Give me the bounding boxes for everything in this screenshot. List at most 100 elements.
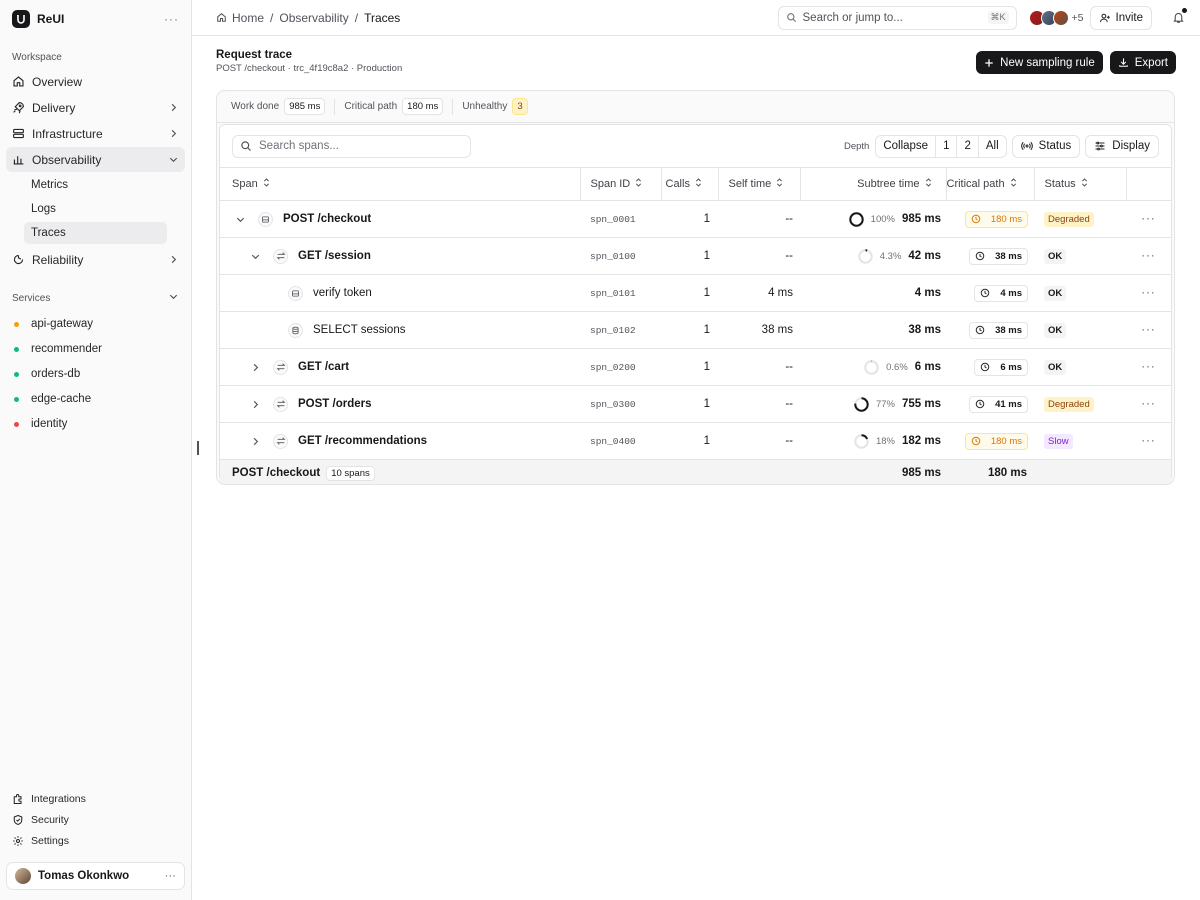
chevron-right-icon[interactable] xyxy=(247,362,263,373)
self-time-value: -- xyxy=(718,200,800,238)
subtree-time-value: 4 ms xyxy=(914,287,941,299)
subtree-time-value: 42 ms xyxy=(908,250,941,262)
column-header-span-id[interactable]: Span ID xyxy=(580,167,662,201)
row-actions-button[interactable]: ··· xyxy=(1126,385,1171,423)
row-actions-button[interactable]: ··· xyxy=(1126,237,1171,275)
breadcrumb-observability[interactable]: Observability xyxy=(279,11,348,25)
column-header-self-time[interactable]: Self time xyxy=(718,167,801,201)
collaborator-avatars[interactable]: +5 xyxy=(1028,9,1084,26)
subtree-time-value: 755 ms xyxy=(901,398,941,410)
calls-value: 1 xyxy=(661,422,718,460)
service-item-orders-db[interactable]: orders-db xyxy=(0,362,191,386)
avatar xyxy=(1052,9,1069,26)
export-button[interactable]: Export xyxy=(1109,51,1176,74)
notification-dot xyxy=(1182,7,1187,13)
span-search-input[interactable]: Search spans... xyxy=(232,134,471,158)
row-actions-button[interactable]: ··· xyxy=(1126,422,1171,460)
chevron-down-icon[interactable] xyxy=(232,214,248,225)
depth-selector: Collapse 1 2 All xyxy=(875,134,1007,158)
row-actions-button[interactable]: ··· xyxy=(1126,274,1171,312)
sidebar-resize-handle[interactable] xyxy=(197,441,199,455)
table-row[interactable]: SELECT sessions spn_0102 1 38 ms 38 ms 38 ms O… xyxy=(220,311,1171,349)
more-icon[interactable]: ··· xyxy=(164,12,179,26)
chevron-right-icon[interactable] xyxy=(247,436,263,447)
subtree-time-value: 182 ms xyxy=(901,435,941,447)
table-row[interactable]: GET /cart spn_0200 1 -- 0.6% 6 ms 6 ms OK ··· xyxy=(220,348,1171,386)
sidebar-subitem-metrics[interactable]: Metrics xyxy=(24,174,167,196)
sidebar-item-label: Settings xyxy=(31,834,69,847)
radio-tower-icon xyxy=(1020,141,1033,151)
column-header-subtree-time[interactable]: Subtree time xyxy=(800,167,947,201)
row-actions-button[interactable]: ··· xyxy=(1126,348,1171,386)
table-row[interactable]: verify token spn_0101 1 4 ms 4 ms 4 ms OK ··· xyxy=(220,274,1171,312)
table-row[interactable]: POST /orders spn_0300 1 -- 77% 755 ms 41 ms Deg… xyxy=(220,385,1171,423)
sidebar-item-infrastructure[interactable]: Infrastructure xyxy=(6,121,185,146)
invite-button[interactable]: Invite xyxy=(1089,5,1152,30)
status-dot xyxy=(14,396,19,402)
sidebar-item-security[interactable]: Security xyxy=(0,809,191,830)
subtree-percent: 77% xyxy=(875,398,895,410)
new-sampling-rule-button[interactable]: New sampling rule xyxy=(976,51,1103,74)
brand[interactable]: ReUI ··· xyxy=(0,1,191,37)
trace-stats: Work done 985 ms Critical path 180 ms Un… xyxy=(217,91,1174,123)
stat-label: Unhealthy xyxy=(462,101,508,112)
sort-icon xyxy=(1010,178,1017,190)
user-menu[interactable]: Tomas Okonkwo ··· xyxy=(6,862,185,890)
status-badge: OK xyxy=(1044,285,1067,301)
footer-critical-total: 180 ms xyxy=(946,459,1034,484)
sidebar-item-delivery[interactable]: Delivery xyxy=(6,95,185,120)
arrows-icon xyxy=(273,396,288,412)
sort-icon xyxy=(925,178,932,190)
column-header-critical-path[interactable]: Critical path xyxy=(946,167,1035,201)
display-label: Display xyxy=(1112,140,1150,152)
new-sampling-rule-label: New sampling rule xyxy=(1000,56,1095,69)
service-item-recommender[interactable]: recommender xyxy=(0,337,191,361)
sidebar-item-settings[interactable]: Settings xyxy=(0,830,191,851)
notifications-button[interactable] xyxy=(1168,7,1188,28)
chevron-down-icon[interactable] xyxy=(247,251,263,262)
table-row[interactable]: GET /recommendations spn_0400 1 -- 18% 182 ms… xyxy=(220,422,1171,460)
global-search-input[interactable]: Search or jump to... ⌘K xyxy=(777,5,1017,30)
subtree-time-value: 985 ms xyxy=(901,213,941,225)
sort-icon xyxy=(695,178,702,190)
arrows-icon xyxy=(273,248,288,264)
chevron-right-icon[interactable] xyxy=(247,399,263,410)
stat-unhealthy: Unhealthy 3 xyxy=(462,98,528,115)
sidebar-item-reliability[interactable]: Reliability xyxy=(6,247,185,272)
table-row[interactable]: POST /checkout spn_0001 1 -- 100% 985 ms 180 m… xyxy=(220,200,1171,238)
services-header[interactable]: Services xyxy=(0,291,191,305)
service-item-edge-cache[interactable]: edge-cache xyxy=(0,387,191,411)
row-actions-button[interactable]: ··· xyxy=(1126,311,1171,349)
sidebar-item-integrations[interactable]: Integrations xyxy=(0,788,191,809)
depth-1[interactable]: 1 xyxy=(935,135,956,157)
arrows-icon xyxy=(273,433,288,449)
status-filter-button[interactable]: Status xyxy=(1011,134,1081,158)
sidebar-subitem-traces[interactable]: Traces xyxy=(24,222,167,244)
trace-card: Work done 985 ms Critical path 180 ms Un… xyxy=(216,90,1175,485)
service-item-identity[interactable]: identity xyxy=(0,412,191,436)
sidebar-item-overview[interactable]: Overview xyxy=(6,69,185,94)
sidebar-item-observability[interactable]: Observability xyxy=(6,147,185,172)
table-row[interactable]: GET /session spn_0100 1 -- 4.3% 42 ms 38 ms OK ·… xyxy=(220,237,1171,275)
display-button[interactable]: Display xyxy=(1085,134,1159,158)
sidebar-subitem-logs[interactable]: Logs xyxy=(24,198,167,220)
column-header-calls[interactable]: Calls xyxy=(661,167,719,201)
clock-icon xyxy=(980,288,995,298)
sidebar-item-label: Security xyxy=(31,813,69,826)
column-header-span[interactable]: Span xyxy=(220,167,581,201)
more-icon[interactable]: ··· xyxy=(165,870,177,882)
subtree-percent: 4.3% xyxy=(879,250,902,262)
depth-all[interactable]: All xyxy=(977,135,1006,157)
chevron-right-icon xyxy=(168,102,179,113)
depth-label: Depth xyxy=(843,140,870,152)
depth-collapse[interactable]: Collapse xyxy=(876,136,935,157)
stat-value: 985 ms xyxy=(284,98,326,115)
breadcrumb-home[interactable]: Home xyxy=(232,11,264,25)
column-header-status[interactable]: Status xyxy=(1034,167,1127,201)
span-name: verify token xyxy=(313,287,372,299)
service-item-api-gateway[interactable]: api-gateway xyxy=(0,312,191,336)
row-actions-button[interactable]: ··· xyxy=(1126,200,1171,238)
depth-2[interactable]: 2 xyxy=(956,135,977,157)
chevron-right-icon xyxy=(168,128,179,139)
breadcrumb-traces: Traces xyxy=(364,10,401,25)
